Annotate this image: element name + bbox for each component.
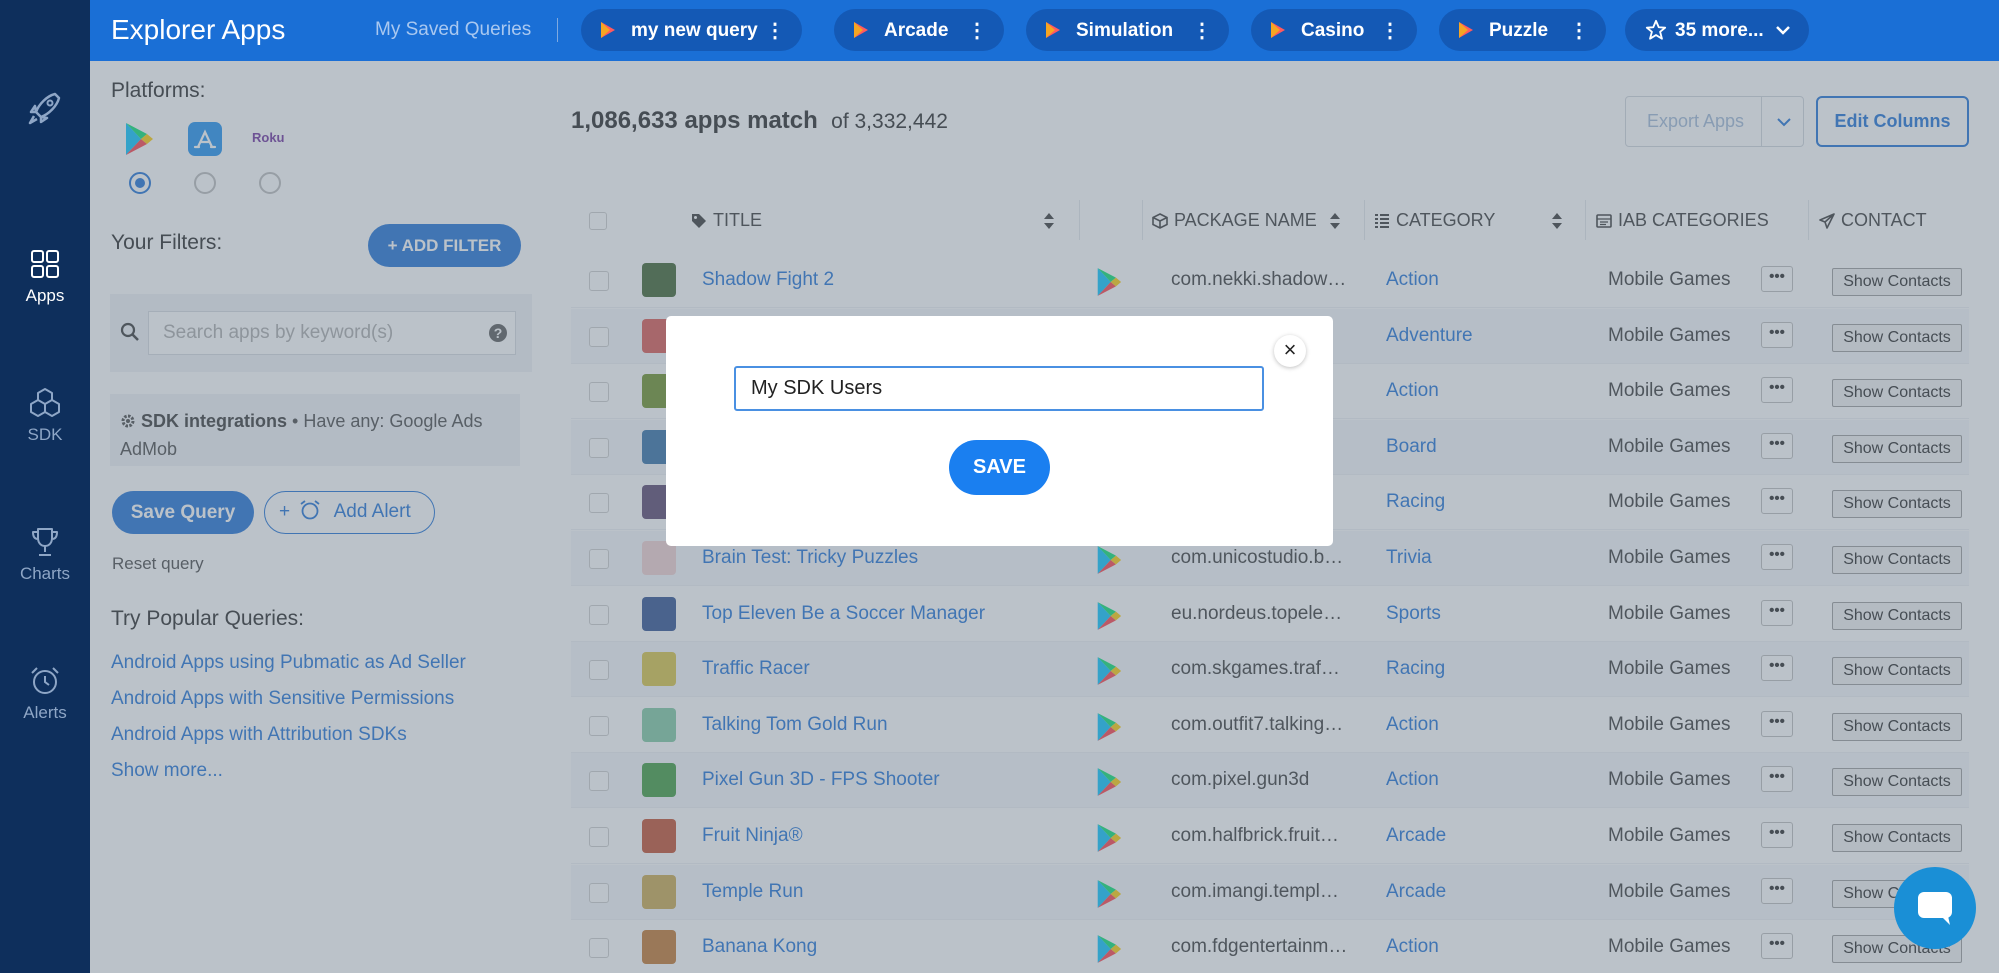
saved-query-label: Arcade <box>884 20 949 41</box>
google-play-icon <box>601 22 615 38</box>
chat-widget-button[interactable] <box>1894 867 1976 949</box>
top-bar: Explorer Apps My Saved Queries my new qu… <box>90 0 1999 61</box>
star-icon <box>1645 19 1667 40</box>
nav-item-sdk[interactable]: SDK <box>0 387 90 445</box>
apps-grid-icon <box>31 250 59 278</box>
kebab-menu-icon[interactable]: ⋮ <box>1192 18 1212 43</box>
kebab-menu-icon[interactable]: ⋮ <box>1569 18 1589 43</box>
nav-item-charts[interactable]: Charts <box>0 526 90 584</box>
app-title: Explorer Apps <box>111 14 286 45</box>
chevron-down-icon <box>1776 26 1790 35</box>
more-queries-dropdown[interactable]: 35 more... <box>1625 9 1809 51</box>
saved-query-tab[interactable]: Casino ⋮ <box>1251 9 1417 51</box>
nav-item-alerts[interactable]: Alerts <box>0 665 90 723</box>
nav-item-apps[interactable]: Apps <box>0 248 90 306</box>
chat-icon <box>1918 892 1952 925</box>
close-icon[interactable]: × <box>1274 335 1306 367</box>
rocket-logo-icon[interactable] <box>25 88 65 128</box>
divider <box>557 18 558 42</box>
saved-query-label: my new query <box>631 20 758 41</box>
save-button[interactable]: SAVE <box>949 440 1050 495</box>
saved-query-tab[interactable]: Simulation ⋮ <box>1026 9 1229 51</box>
nav-label-sdk: SDK <box>27 425 63 444</box>
saved-query-label: Simulation <box>1076 20 1174 41</box>
trophy-icon <box>32 528 58 556</box>
query-name-input[interactable] <box>734 366 1264 411</box>
saved-query-tab[interactable]: Puzzle ⋮ <box>1439 9 1606 51</box>
kebab-menu-icon[interactable]: ⋮ <box>765 18 785 43</box>
nav-label-alerts: Alerts <box>23 703 67 722</box>
more-queries-label: 35 more... <box>1675 20 1764 41</box>
nav-label-apps: Apps <box>25 286 65 305</box>
kebab-menu-icon[interactable]: ⋮ <box>967 18 987 43</box>
saved-query-tab[interactable]: Arcade ⋮ <box>834 9 1004 51</box>
saved-query-tab[interactable]: my new query ⋮ <box>581 9 802 51</box>
sdk-cubes-icon <box>30 388 60 417</box>
saved-queries-label[interactable]: My Saved Queries <box>375 19 531 41</box>
saved-query-label: Casino <box>1301 20 1365 41</box>
google-play-icon <box>854 22 868 38</box>
google-play-icon <box>1459 22 1473 38</box>
left-rail: Apps SDK Charts Alerts <box>0 0 90 973</box>
nav-label-charts: Charts <box>19 564 71 583</box>
google-play-icon <box>1271 22 1285 38</box>
save-query-dialog: × SAVE <box>666 316 1333 546</box>
kebab-menu-icon[interactable]: ⋮ <box>1380 18 1400 43</box>
saved-query-label: Puzzle <box>1489 20 1549 41</box>
google-play-icon <box>1046 22 1060 38</box>
alarm-clock-icon <box>31 667 59 694</box>
